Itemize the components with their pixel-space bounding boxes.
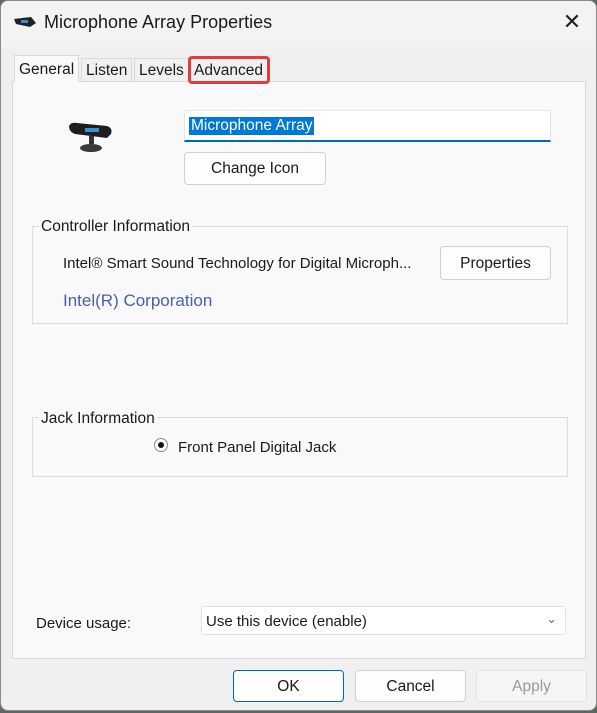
tab-highlight <box>188 56 270 84</box>
tab-listen[interactable]: Listen <box>81 58 133 82</box>
device-icon <box>69 122 112 152</box>
window-title: Microphone Array Properties <box>44 12 273 32</box>
apply-button[interactable]: Apply <box>476 670 587 702</box>
device-name-value: Microphone Array <box>189 117 315 135</box>
properties-dialog: Microphone Array Properties ✕ General Li… <box>0 0 597 711</box>
change-icon-button[interactable]: Change Icon <box>184 152 326 185</box>
controller-manufacturer: Intel(R) Corporation <box>63 291 213 310</box>
device-name-input[interactable]: Microphone Array <box>184 110 551 142</box>
title-bar: Microphone Array Properties ✕ <box>1 1 596 47</box>
close-icon[interactable]: ✕ <box>557 7 587 37</box>
device-usage-select[interactable]: Use this device (enable) ⌄ <box>201 606 566 635</box>
chevron-down-icon: ⌄ <box>546 611 557 626</box>
controller-properties-button[interactable]: Properties <box>440 246 551 280</box>
device-usage-label: Device usage: <box>36 615 132 632</box>
controller-name: Intel® Smart Sound Technology for Digita… <box>63 255 412 272</box>
cancel-button[interactable]: Cancel <box>355 670 466 702</box>
jack-name: Front Panel Digital Jack <box>178 439 337 456</box>
jack-radio[interactable] <box>154 438 168 452</box>
ok-button[interactable]: OK <box>233 670 344 702</box>
controller-group-title: Controller Information <box>39 218 193 236</box>
tab-general[interactable]: General <box>14 55 80 82</box>
microphone-array-icon <box>14 17 36 27</box>
tab-levels[interactable]: Levels <box>134 58 189 82</box>
jack-group-title: Jack Information <box>39 410 157 428</box>
device-usage-value: Use this device (enable) <box>206 613 367 630</box>
